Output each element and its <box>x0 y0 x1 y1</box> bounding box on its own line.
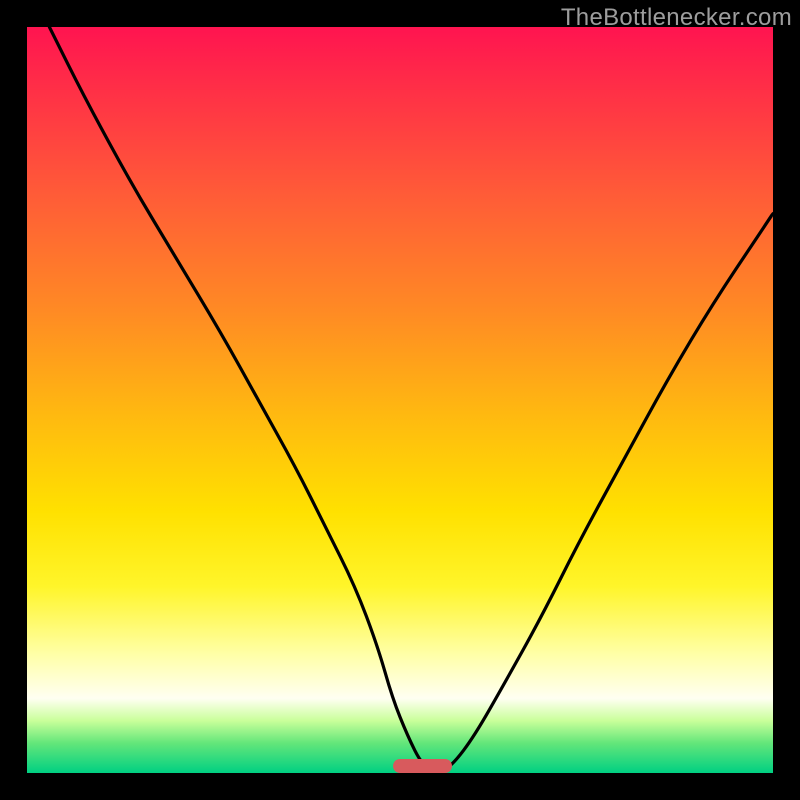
plot-area <box>27 27 773 773</box>
bottleneck-chart: TheBottlenecker.com <box>0 0 800 800</box>
bottleneck-curve-path <box>49 27 773 771</box>
curve-svg <box>27 27 773 773</box>
minimum-marker <box>393 759 453 773</box>
